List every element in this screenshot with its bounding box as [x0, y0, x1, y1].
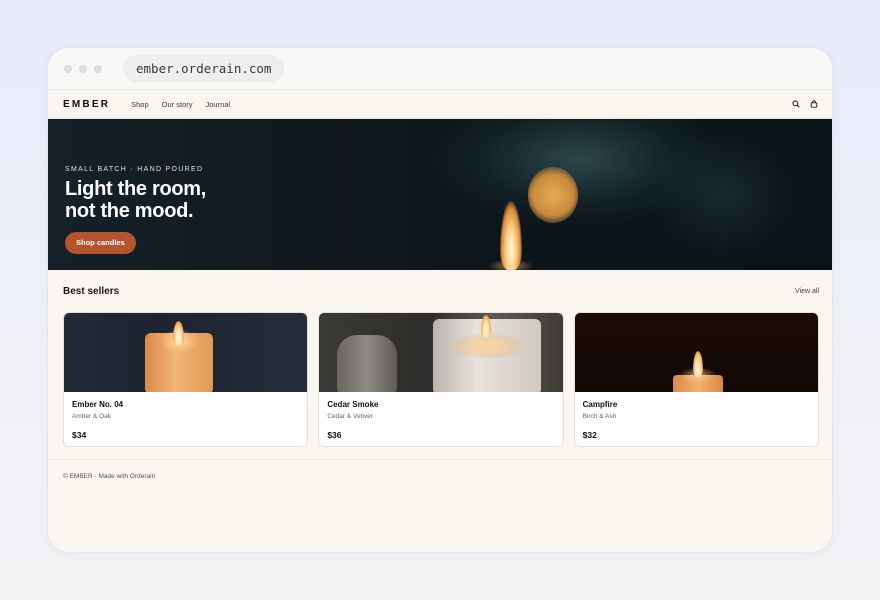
bag-icon[interactable]: [809, 100, 818, 109]
hero-headline-line-2: not the mood.: [65, 200, 194, 222]
hero-eyebrow: SMALL BATCH · HAND POURED: [65, 166, 204, 173]
address-bar[interactable]: ember.orderain.com: [123, 55, 285, 82]
view-all-link[interactable]: View all: [795, 288, 819, 295]
window-dot-minimize[interactable]: [79, 64, 87, 73]
product-image: [319, 313, 563, 392]
product-image: [574, 313, 818, 392]
hero-bokeh-light: [528, 167, 578, 223]
product-card[interactable]: Campfire Birch & Ash $32: [573, 312, 819, 447]
product-name: Cedar Smoke: [327, 400, 379, 409]
product-card[interactable]: Cedar Smoke Cedar & Vetiver $36: [318, 312, 564, 447]
best-sellers-section: Best sellers View all Ember No. 04 Amber…: [48, 270, 832, 447]
product-scent: Cedar & Vetiver: [327, 413, 373, 420]
nav-actions: [791, 100, 818, 109]
product-price: $32: [582, 430, 597, 440]
site-logo[interactable]: EMBER: [63, 99, 110, 110]
browser-window: ember.orderain.com EMBER Shop Our story …: [47, 47, 833, 553]
shop-candles-button[interactable]: Shop candles: [65, 232, 136, 254]
product-price: $34: [72, 430, 87, 440]
section-title: Best sellers: [63, 285, 120, 297]
site-nav: EMBER Shop Our story Journal: [48, 90, 832, 119]
product-scent: Birch & Ash: [582, 413, 617, 420]
nav-link-shop[interactable]: Shop: [131, 100, 149, 109]
candle-jar-background: [337, 335, 398, 392]
candle-flame: [173, 321, 184, 345]
window-dot-maximize[interactable]: [94, 64, 102, 73]
product-card[interactable]: Ember No. 04 Amber & Oak $34: [63, 312, 309, 447]
nav-link-journal[interactable]: Journal: [206, 100, 231, 109]
url-text: ember.orderain.com: [136, 61, 272, 76]
site-footer: © EMBER · Made with Orderain: [48, 459, 832, 493]
hero-banner: SMALL BATCH · HAND POURED Light the room…: [48, 119, 832, 270]
hero-headline-line-1: Light the room,: [65, 178, 207, 200]
hero-background-glow-secondary: [648, 129, 798, 259]
product-scent: Amber & Oak: [72, 413, 112, 420]
window-dot-close[interactable]: [64, 64, 72, 73]
product-image: [64, 313, 308, 392]
product-price: $36: [327, 430, 342, 440]
product-name: Campfire: [582, 400, 618, 409]
product-name: Ember No. 04: [72, 400, 124, 409]
product-grid: Ember No. 04 Amber & Oak $34 Cedar Smoke…: [63, 312, 819, 447]
nav-link-our-story[interactable]: Our story: [162, 100, 193, 109]
hero-headline: Light the room, not the mood.: [65, 178, 206, 222]
footer-text: © EMBER · Made with Orderain: [63, 473, 156, 480]
section-header: Best sellers View all: [63, 270, 819, 312]
candle-flame: [692, 351, 703, 377]
browser-chrome: ember.orderain.com: [48, 48, 832, 90]
hero-text: SMALL BATCH · HAND POURED Light the room…: [65, 166, 206, 254]
search-icon[interactable]: [791, 100, 800, 109]
